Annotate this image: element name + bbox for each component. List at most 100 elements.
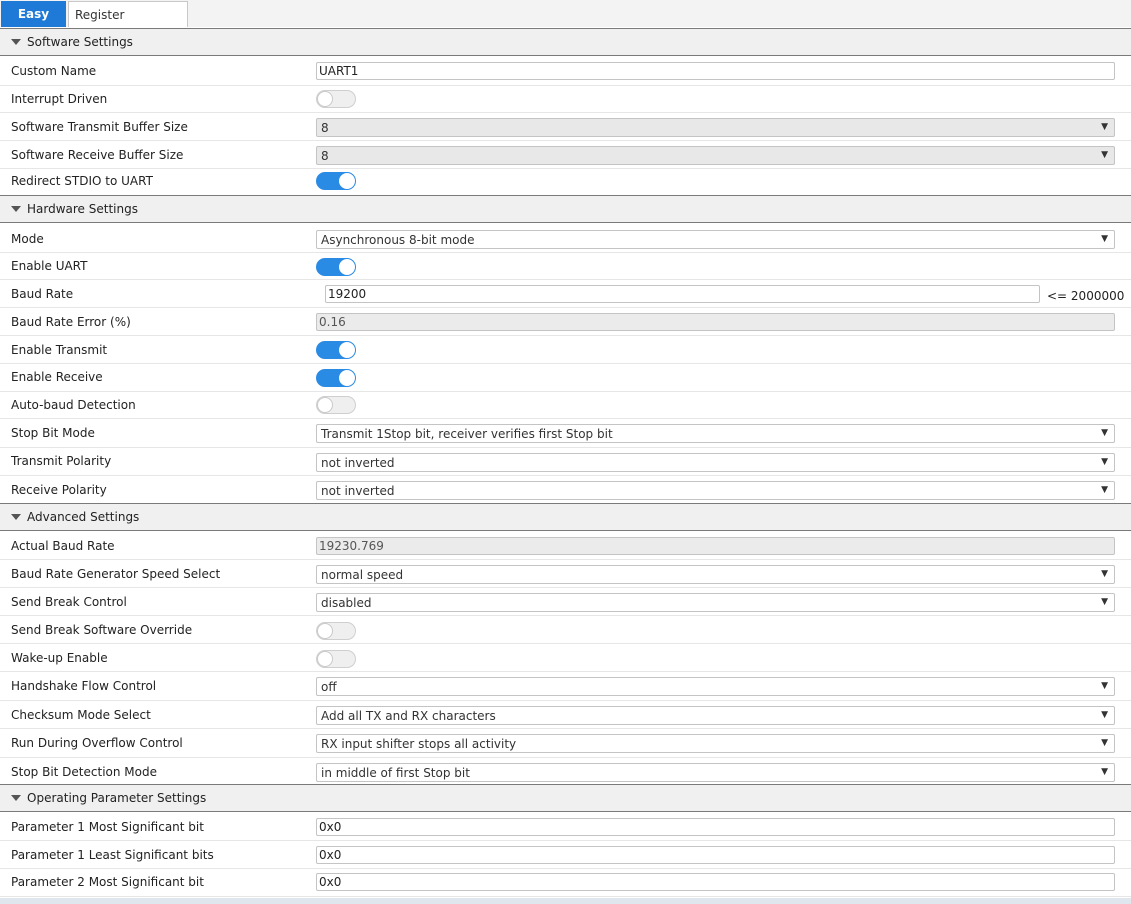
collapse-triangle-icon[interactable]	[11, 795, 21, 801]
section-software-settings[interactable]: Software Settings	[0, 28, 1131, 56]
p2-msb-input[interactable]	[316, 873, 1115, 891]
select-value: RX input shifter stops all activity	[321, 737, 517, 751]
interrupt-driven-toggle[interactable]	[316, 90, 356, 108]
section-title: Advanced Settings	[27, 510, 140, 524]
section-operating-parameters[interactable]: Operating Parameter Settings	[0, 784, 1131, 812]
dropdown-arrow-icon: ▼	[1101, 597, 1108, 607]
row-enable-uart: Enable UART	[0, 253, 1131, 280]
baud-error-field	[316, 313, 1115, 331]
redirect-stdio-toggle[interactable]	[316, 172, 356, 190]
baud-error-label: Baud Rate Error (%)	[11, 315, 131, 329]
select-value: not inverted	[321, 484, 395, 498]
row-send-break-override: Send Break Software Override	[0, 616, 1131, 644]
autobaud-label: Auto-baud Detection	[11, 398, 136, 412]
send-break-override-label: Send Break Software Override	[11, 623, 193, 637]
row-custom-name: Custom Name	[0, 57, 1131, 86]
row-p1-msb: Parameter 1 Most Significant bit	[0, 813, 1131, 841]
toggle-knob	[339, 173, 355, 189]
p1-lsb-input[interactable]	[316, 846, 1115, 864]
dropdown-arrow-icon: ▼	[1101, 767, 1108, 777]
baud-rate-label: Baud Rate	[11, 287, 74, 301]
send-break-override-toggle[interactable]	[316, 622, 356, 640]
row-checksum: Checksum Mode Select Add all TX and RX c…	[0, 701, 1131, 729]
wakeup-label: Wake-up Enable	[11, 651, 108, 665]
wakeup-toggle[interactable]	[316, 650, 356, 668]
p1-msb-input[interactable]	[316, 818, 1115, 836]
select-value: Transmit 1Stop bit, receiver verifies fi…	[321, 427, 613, 441]
collapse-triangle-icon[interactable]	[11, 39, 21, 45]
stop-detect-select[interactable]: in middle of first Stop bit ▼	[316, 763, 1115, 782]
dropdown-arrow-icon: ▼	[1101, 122, 1108, 132]
p2-msb-label: Parameter 2 Most Significant bit	[11, 875, 204, 889]
toggle-knob	[317, 623, 333, 639]
row-tx-polarity: Transmit Polarity not inverted ▼	[0, 448, 1131, 476]
mode-select[interactable]: Asynchronous 8-bit mode ▼	[316, 230, 1115, 249]
row-stop-bit-mode: Stop Bit Mode Transmit 1Stop bit, receiv…	[0, 419, 1131, 448]
stop-bit-mode-label: Stop Bit Mode	[11, 426, 95, 440]
dropdown-arrow-icon: ▼	[1101, 681, 1108, 691]
stop-bit-mode-select[interactable]: Transmit 1Stop bit, receiver verifies fi…	[316, 424, 1115, 443]
select-value: off	[321, 680, 337, 694]
row-enable-transmit: Enable Transmit	[0, 336, 1131, 364]
row-rx-buffer: Software Receive Buffer Size 8 ▼	[0, 141, 1131, 169]
enable-receive-toggle[interactable]	[316, 369, 356, 387]
toggle-knob	[317, 91, 333, 107]
send-break-label: Send Break Control	[11, 595, 127, 609]
enable-transmit-toggle[interactable]	[316, 341, 356, 359]
rx-polarity-select[interactable]: not inverted ▼	[316, 481, 1115, 500]
handshake-label: Handshake Flow Control	[11, 679, 157, 693]
section-hardware-settings[interactable]: Hardware Settings	[0, 195, 1131, 223]
brg-speed-label: Baud Rate Generator Speed Select	[11, 567, 221, 581]
row-overflow: Run During Overflow Control RX input shi…	[0, 729, 1131, 758]
select-value: 8	[321, 121, 329, 135]
row-redirect-stdio: Redirect STDIO to UART	[0, 169, 1131, 195]
tx-polarity-label: Transmit Polarity	[11, 454, 112, 468]
overflow-select[interactable]: RX input shifter stops all activity ▼	[316, 734, 1115, 753]
select-value: disabled	[321, 596, 372, 610]
toggle-knob	[339, 342, 355, 358]
p1-msb-label: Parameter 1 Most Significant bit	[11, 820, 204, 834]
handshake-select[interactable]: off ▼	[316, 677, 1115, 696]
baud-rate-input[interactable]	[325, 285, 1040, 303]
tx-buffer-label: Software Transmit Buffer Size	[11, 120, 188, 134]
collapse-triangle-icon[interactable]	[11, 514, 21, 520]
toggle-knob	[339, 370, 355, 386]
actual-baud-label: Actual Baud Rate	[11, 539, 115, 553]
section-title: Hardware Settings	[27, 202, 138, 216]
row-stop-detect: Stop Bit Detection Mode in middle of fir…	[0, 758, 1131, 784]
custom-name-label: Custom Name	[11, 64, 97, 78]
select-value: Asynchronous 8-bit mode	[321, 233, 475, 247]
brg-speed-select[interactable]: normal speed ▼	[316, 565, 1115, 584]
row-mode: Mode Asynchronous 8-bit mode ▼	[0, 224, 1131, 253]
select-value: normal speed	[321, 568, 404, 582]
send-break-select[interactable]: disabled ▼	[316, 593, 1115, 612]
baud-rate-limit: <= 2000000	[1047, 289, 1125, 303]
dropdown-arrow-icon: ▼	[1101, 738, 1108, 748]
enable-receive-label: Enable Receive	[11, 370, 103, 384]
section-title: Software Settings	[27, 35, 133, 49]
enable-uart-toggle[interactable]	[316, 258, 356, 276]
autobaud-toggle[interactable]	[316, 396, 356, 414]
enable-uart-label: Enable UART	[11, 259, 88, 273]
select-value: 8	[321, 149, 329, 163]
dropdown-arrow-icon: ▼	[1101, 234, 1108, 244]
section-title: Operating Parameter Settings	[27, 791, 207, 805]
collapse-triangle-icon[interactable]	[11, 206, 21, 212]
row-tx-buffer: Software Transmit Buffer Size 8 ▼	[0, 113, 1131, 141]
rx-polarity-label: Receive Polarity	[11, 483, 107, 497]
row-baud-error: Baud Rate Error (%)	[0, 308, 1131, 336]
tab-easy-view[interactable]: Easy View	[1, 1, 66, 47]
checksum-select[interactable]: Add all TX and RX characters ▼	[316, 706, 1115, 725]
section-advanced-settings[interactable]: Advanced Settings	[0, 503, 1131, 531]
bottom-scroll-edge	[0, 898, 1131, 904]
tx-buffer-select[interactable]: 8 ▼	[316, 118, 1115, 137]
enable-transmit-label: Enable Transmit	[11, 343, 108, 357]
rx-buffer-select[interactable]: 8 ▼	[316, 146, 1115, 165]
row-send-break: Send Break Control disabled ▼	[0, 588, 1131, 616]
tx-polarity-select[interactable]: not inverted ▼	[316, 453, 1115, 472]
stop-detect-label: Stop Bit Detection Mode	[11, 765, 157, 779]
custom-name-input[interactable]	[316, 62, 1115, 80]
row-p1-lsb: Parameter 1 Least Significant bits	[0, 841, 1131, 869]
tab-register-initialization[interactable]: Register Initialization	[68, 1, 188, 48]
row-baud-rate: Baud Rate <= 2000000	[0, 280, 1131, 308]
